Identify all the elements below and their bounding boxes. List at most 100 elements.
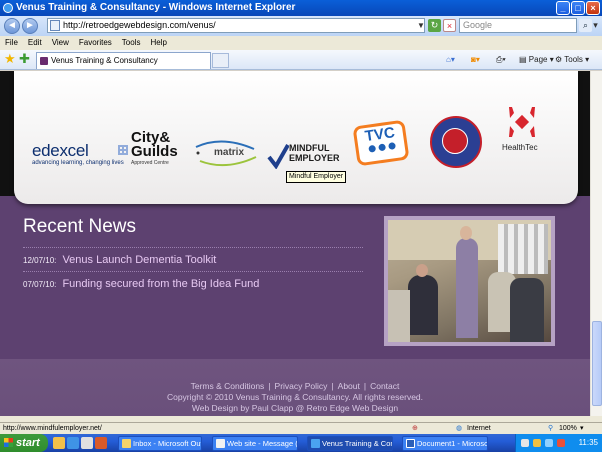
- menu-tools[interactable]: Tools: [117, 36, 146, 50]
- feeds-icon[interactable]: ◙▾: [471, 53, 480, 66]
- tab-venus[interactable]: Venus Training & Consultancy: [36, 52, 211, 69]
- news-divider: [23, 271, 363, 272]
- tray-volume-icon[interactable]: [545, 439, 553, 447]
- url-input[interactable]: http://retroedgewebdesign.com/venus/: [47, 18, 425, 33]
- news-headline-link[interactable]: Venus Launch Dementia Toolkit: [62, 254, 216, 266]
- menu-view[interactable]: View: [47, 36, 74, 50]
- copyright-text: Copyright © 2010 Venus Training & Consul…: [166, 392, 424, 402]
- menu-file[interactable]: File: [0, 36, 23, 50]
- maximize-button[interactable]: □: [571, 1, 585, 15]
- zoom-icon: ⚲: [548, 425, 554, 432]
- plymouth-logo[interactable]: [430, 116, 482, 168]
- edexcel-tagline: advancing learning, changing lives: [32, 160, 124, 166]
- mindful-employer-logo[interactable]: MINDFUL EMPLOYER: [267, 141, 341, 171]
- menu-favorites[interactable]: Favorites: [74, 36, 117, 50]
- task-outlook[interactable]: Inbox - Microsoft Out...: [118, 436, 202, 451]
- task-label: Inbox - Microsoft Out...: [133, 439, 202, 448]
- home-icon[interactable]: ⌂▾: [446, 53, 455, 66]
- separator: |: [268, 381, 271, 391]
- address-dropdown-icon[interactable]: ▼: [416, 18, 426, 33]
- menu-help[interactable]: Help: [145, 36, 171, 50]
- tab-label: Venus Training & Consultancy: [51, 56, 158, 65]
- clock: 11:35: [578, 438, 598, 447]
- system-tray: 11:35: [515, 434, 602, 452]
- healthtec-logo[interactable]: HealthTec: [502, 105, 542, 165]
- quicklaunch-app-icon[interactable]: [95, 437, 107, 449]
- edexcel-grid-icon: [118, 145, 128, 155]
- training-session-photo: [388, 220, 551, 342]
- browser-window: Venus Training & Consultancy - Windows I…: [0, 0, 602, 452]
- contact-link[interactable]: Contact: [368, 381, 401, 391]
- news-date: 07/07/10:: [23, 280, 57, 289]
- tools-menu-label: Tools: [564, 55, 583, 64]
- scrollbar-thumb[interactable]: [592, 321, 602, 406]
- news-item[interactable]: 12/07/10: Venus Launch Dementia Toolkit: [23, 254, 216, 266]
- privacy-link[interactable]: Privacy Policy: [273, 381, 330, 391]
- favorites-star-icon[interactable]: ★: [4, 52, 16, 66]
- checkmark-icon: [267, 144, 289, 169]
- search-options-icon[interactable]: ▾: [591, 19, 600, 32]
- task-label: Web site - Message (...: [227, 439, 298, 448]
- plymouth-crest-icon: [442, 128, 468, 154]
- new-tab-button[interactable]: [212, 53, 229, 68]
- add-favorite-icon[interactable]: ✚: [19, 52, 30, 66]
- status-url: http://www.mindfulemployer.net/: [3, 425, 102, 432]
- news-photo-frame: [384, 216, 555, 346]
- edexcel-logo[interactable]: edexcel advancing learning, changing liv…: [32, 141, 128, 166]
- partner-logos-panel: edexcel advancing learning, changing liv…: [14, 71, 578, 204]
- tools-menu[interactable]: ⚙ Tools ▾: [555, 53, 589, 66]
- credit-text[interactable]: Web Design by Paul Clapp @ Retro Edge We…: [0, 403, 590, 413]
- vertical-scrollbar[interactable]: [590, 71, 602, 416]
- news-headline-link[interactable]: Funding secured from the Big Idea Fund: [62, 278, 259, 290]
- security-zone: Internet: [467, 425, 491, 432]
- search-input[interactable]: Google: [459, 18, 577, 33]
- news-date: 12/07/10:: [23, 256, 57, 265]
- print-icon[interactable]: ⎙▾: [496, 53, 506, 66]
- task-message[interactable]: Web site - Message (...: [212, 436, 298, 451]
- zoom-level[interactable]: 100%: [559, 423, 577, 434]
- close-button[interactable]: ×: [586, 1, 600, 15]
- minimize-button[interactable]: _: [556, 1, 570, 15]
- ie-icon: [3, 3, 13, 13]
- task-label: Document1 - Microsof...: [417, 439, 488, 448]
- menu-bar: File Edit View Favorites Tools Help: [0, 36, 602, 50]
- forward-button[interactable]: ►: [22, 18, 38, 34]
- tvc-logo[interactable]: TVC: [352, 119, 410, 167]
- refresh-icon[interactable]: ↻: [428, 19, 441, 32]
- city-guilds-logo[interactable]: City& Guilds Approved Centre: [131, 130, 178, 166]
- quicklaunch-desktop-icon[interactable]: [81, 437, 93, 449]
- news-item[interactable]: 07/07/10: Funding secured from the Big I…: [23, 278, 259, 290]
- word-icon: [406, 439, 415, 448]
- separator: |: [331, 381, 334, 391]
- favorites-bar: ★ ✚ Venus Training & Consultancy ⌂▾ ◙▾ ⎙…: [0, 50, 602, 70]
- quicklaunch-folder-icon[interactable]: [53, 437, 65, 449]
- start-label: start: [16, 437, 40, 449]
- tray-shield-icon[interactable]: [533, 439, 541, 447]
- page-icon: [50, 20, 60, 31]
- back-button[interactable]: ◄: [4, 18, 20, 34]
- start-button[interactable]: start: [0, 434, 48, 452]
- menu-edit[interactable]: Edit: [23, 36, 47, 50]
- city-guilds-sub: Approved Centre: [131, 160, 169, 166]
- page-viewport: edexcel advancing learning, changing liv…: [0, 71, 590, 416]
- hands-icon: [509, 107, 535, 137]
- healthtec-wordmark: HealthTec: [502, 143, 538, 152]
- mindful-line2: EMPLOYER: [289, 153, 340, 163]
- mindful-line1: MINDFUL: [289, 143, 330, 153]
- tray-network-icon[interactable]: [521, 439, 529, 447]
- tray-alert-icon[interactable]: [557, 439, 565, 447]
- news-divider: [23, 247, 363, 248]
- tooltip: Mindful Employer: [286, 171, 347, 183]
- about-link[interactable]: About: [336, 381, 362, 391]
- zoom-dropdown-icon[interactable]: ▾: [580, 423, 584, 434]
- task-ie[interactable]: Venus Training & Con...: [307, 436, 393, 451]
- recent-news-heading: Recent News: [23, 216, 136, 237]
- terms-link[interactable]: Terms & Conditions: [189, 381, 267, 391]
- matrix-logo[interactable]: matrix: [192, 137, 262, 169]
- quicklaunch-ie-icon[interactable]: [67, 437, 79, 449]
- task-word[interactable]: Document1 - Microsof...: [402, 436, 488, 451]
- page-menu[interactable]: ▤ Page ▾: [519, 53, 554, 66]
- tvc-badge: TVC: [352, 119, 410, 167]
- stop-icon[interactable]: ×: [443, 19, 456, 32]
- city-guilds-line2: Guilds: [131, 143, 178, 160]
